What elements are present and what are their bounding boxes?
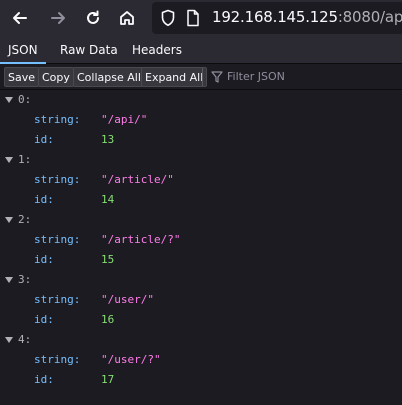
- tree-row: id: 16: [0, 310, 402, 330]
- node-index: 0:: [18, 93, 32, 106]
- expand-all-button[interactable]: Expand All: [141, 67, 208, 87]
- collapse-all-button[interactable]: Collapse All: [73, 67, 145, 87]
- tree-row: string: "/user/?": [0, 350, 402, 370]
- json-toolbar: Save Copy Collapse All Expand All Filter…: [0, 64, 402, 90]
- expand-triangle-icon[interactable]: [5, 157, 13, 163]
- number-value: 14: [101, 193, 115, 206]
- save-button[interactable]: Save: [4, 67, 40, 87]
- navigation-bar: 192.168.145.125:8080/api/: [0, 0, 402, 36]
- key-label: id:: [34, 373, 54, 386]
- tab-headers[interactable]: Headers: [124, 36, 190, 64]
- tree-node-0[interactable]: 0:: [0, 90, 402, 110]
- node-index: 3:: [18, 273, 32, 286]
- key-label: string:: [34, 233, 81, 246]
- node-index: 2:: [18, 213, 32, 226]
- expand-triangle-icon[interactable]: [5, 217, 13, 223]
- tab-json[interactable]: JSON: [0, 36, 46, 64]
- string-value: "/user/?": [101, 353, 161, 366]
- tree-node-1[interactable]: 1:: [0, 150, 402, 170]
- tree-node-2[interactable]: 2:: [0, 210, 402, 230]
- filter-icon: [211, 71, 223, 83]
- key-label: string:: [34, 173, 81, 186]
- expand-triangle-icon[interactable]: [5, 277, 13, 283]
- forward-button[interactable]: [44, 4, 72, 32]
- reload-icon: [87, 10, 99, 24]
- home-icon: [120, 11, 134, 25]
- string-value: "/api/": [101, 113, 148, 126]
- expand-triangle-icon[interactable]: [5, 97, 13, 103]
- address-bar[interactable]: 192.168.145.125:8080/api/: [152, 2, 402, 34]
- node-index: 1:: [18, 153, 32, 166]
- tree-row: string: "/user/": [0, 290, 402, 310]
- string-value: "/article/": [101, 173, 174, 186]
- url-host: 192.168.145.125: [212, 8, 338, 26]
- number-value: 13: [101, 133, 115, 146]
- tree-row: string: "/api/": [0, 110, 402, 130]
- home-button[interactable]: [113, 4, 141, 32]
- back-arrow-icon: [13, 12, 27, 24]
- tree-row: id: 14: [0, 190, 402, 210]
- string-value: "/user/": [101, 293, 154, 306]
- number-value: 17: [101, 373, 115, 386]
- back-button[interactable]: [6, 4, 34, 32]
- filter-json-input[interactable]: Filter JSON: [227, 68, 285, 86]
- forward-arrow-icon: [51, 12, 65, 24]
- node-index: 4:: [18, 333, 32, 346]
- key-label: id:: [34, 193, 54, 206]
- reload-button[interactable]: [79, 4, 107, 32]
- url-text[interactable]: 192.168.145.125:8080/api/: [212, 8, 402, 26]
- tree-node-4[interactable]: 4:: [0, 330, 402, 350]
- tree-row: id: 13: [0, 130, 402, 150]
- url-path: :8080/api/: [337, 8, 402, 26]
- key-label: id:: [34, 313, 54, 326]
- key-label: string:: [34, 293, 81, 306]
- copy-button[interactable]: Copy: [38, 67, 74, 87]
- tab-raw-data[interactable]: Raw Data: [52, 36, 126, 64]
- number-value: 15: [101, 253, 115, 266]
- tree-row: string: "/article/": [0, 170, 402, 190]
- tree-row: id: 17: [0, 370, 402, 390]
- string-value: "/article/?": [101, 233, 181, 246]
- tree-node-3[interactable]: 3:: [0, 270, 402, 290]
- expand-triangle-icon[interactable]: [5, 337, 13, 343]
- key-label: id:: [34, 133, 54, 146]
- tracking-protection-shield-icon[interactable]: [160, 9, 176, 27]
- page-info-icon[interactable]: [185, 9, 201, 27]
- number-value: 16: [101, 313, 115, 326]
- key-label: string:: [34, 353, 81, 366]
- tree-row: id: 15: [0, 250, 402, 270]
- json-viewer-tabs: JSON Raw Data Headers: [0, 36, 402, 64]
- toolbar-divider: [202, 68, 203, 86]
- key-label: id:: [34, 253, 54, 266]
- tree-row: string: "/article/?": [0, 230, 402, 250]
- key-label: string:: [34, 113, 81, 126]
